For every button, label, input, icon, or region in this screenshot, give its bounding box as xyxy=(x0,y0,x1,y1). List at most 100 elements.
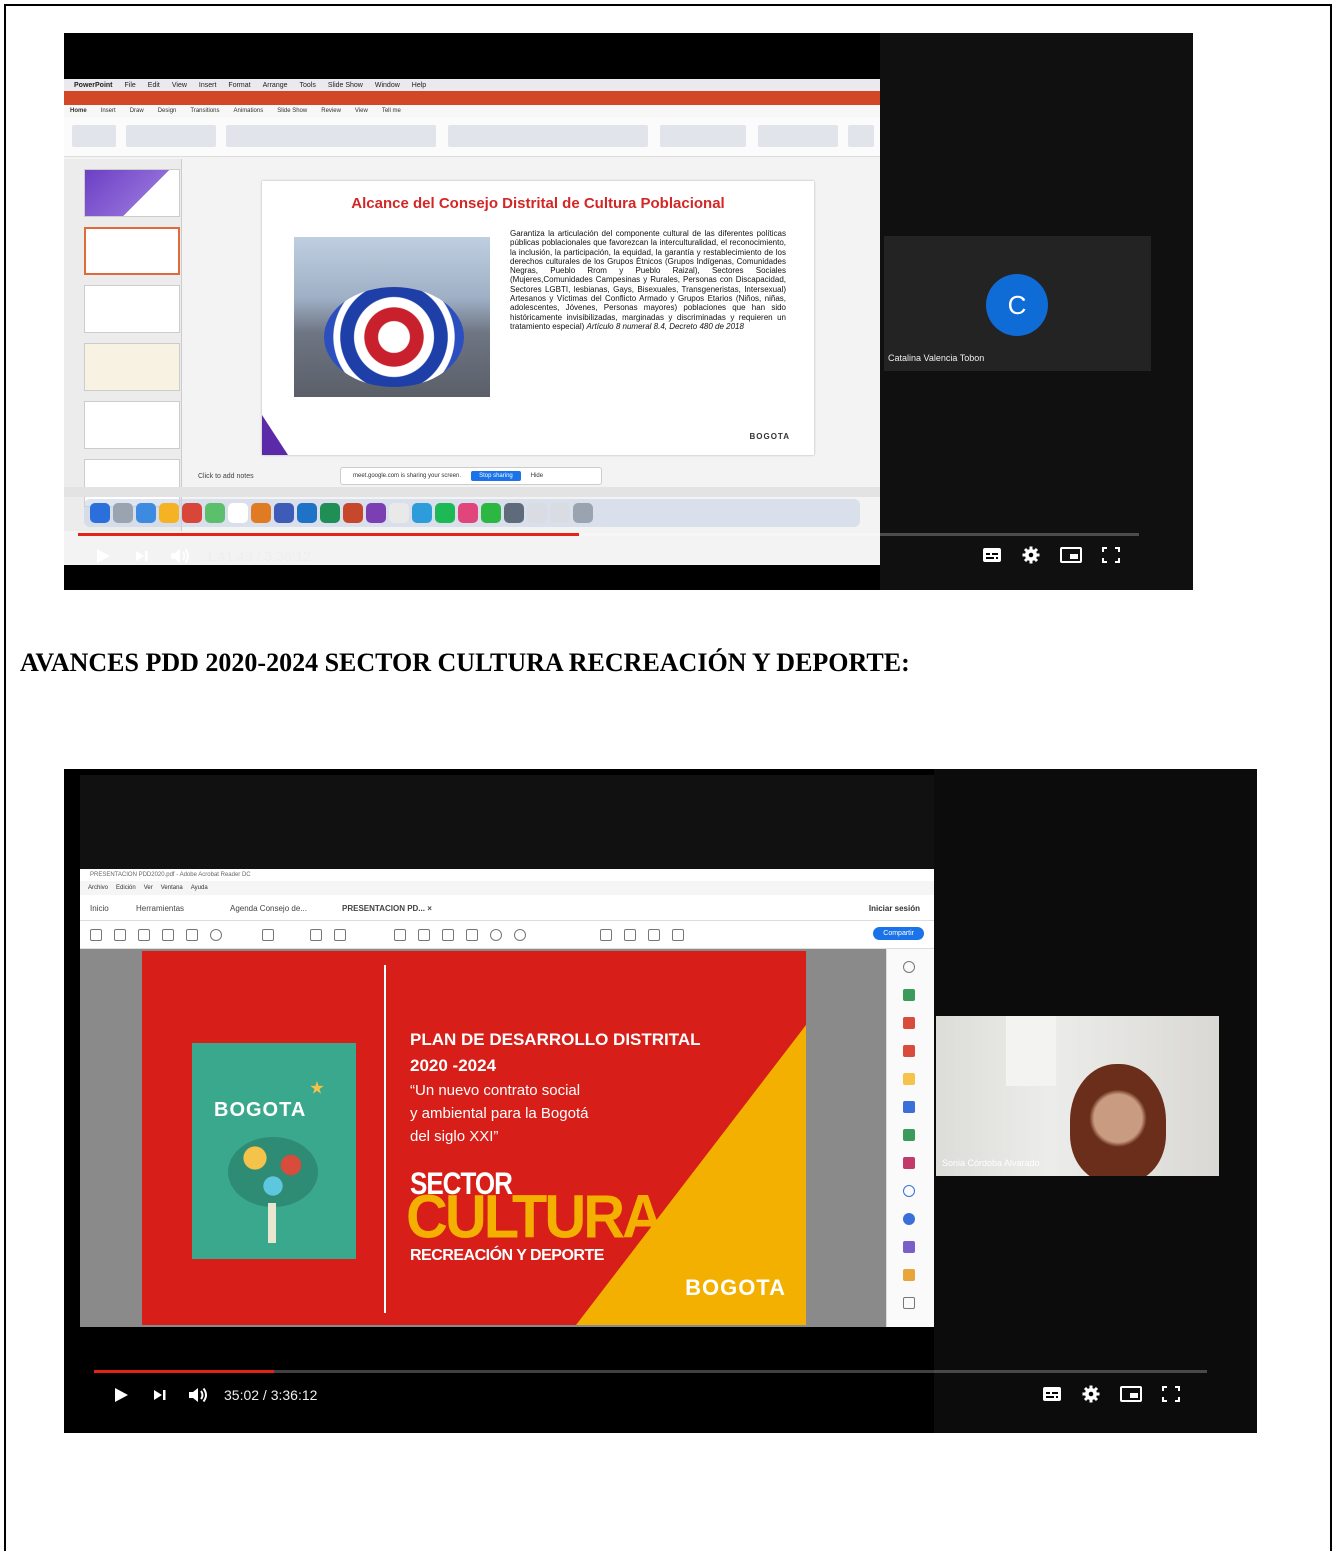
powerpoint-icon xyxy=(343,503,363,523)
toolbar-icon xyxy=(394,929,406,941)
settings-gear-icon[interactable] xyxy=(1022,546,1040,564)
tab-inicio: Inicio xyxy=(90,904,109,913)
menu-item: Ver xyxy=(143,885,153,891)
tool-icon xyxy=(903,1129,915,1141)
miniplayer-icon[interactable] xyxy=(1120,1386,1142,1402)
shared-screen-acrobat: PRESENTACION PDD2020.pdf - Adobe Acrobat… xyxy=(80,869,934,1327)
slide-title-line2: 2020 -2024 xyxy=(410,1056,497,1075)
play-icon[interactable] xyxy=(112,1386,130,1404)
screen-share-notice: meet.google.com is sharing your screen. … xyxy=(340,467,602,485)
slide-body: Garantiza la articulación del componente… xyxy=(510,229,786,331)
search-icon xyxy=(210,929,222,941)
video-player-1[interactable]: PowerPoint File Edit View Insert Format … xyxy=(64,33,1193,590)
toolbar-icon xyxy=(442,929,454,941)
slide-thumbnail xyxy=(84,401,180,449)
slide-corner-accent xyxy=(262,415,288,455)
next-icon[interactable] xyxy=(152,1387,168,1403)
participant-name: Sonia Córdoba Alvarado xyxy=(942,1158,1040,1168)
tab-presentacion: PRESENTACION PD... × xyxy=(342,904,432,913)
design-ideas-group xyxy=(848,125,874,147)
menu-item: Edición xyxy=(116,885,136,891)
menu-item: Edit xyxy=(147,81,160,89)
menu-item: PowerPoint xyxy=(74,81,113,89)
acrobat-toolbar: Compartir xyxy=(80,921,934,949)
mac-menubar: PowerPoint File Edit View Insert Format … xyxy=(64,79,880,91)
toolbar-icon xyxy=(334,929,346,941)
word-icon xyxy=(297,503,317,523)
slide-subtitle-line: “Un nuevo contrato social xyxy=(410,1082,581,1099)
facetime-icon xyxy=(205,503,225,523)
menu-item: Ventana xyxy=(160,885,183,891)
zoom-icon xyxy=(903,961,915,973)
picture-group xyxy=(660,125,746,147)
miniplayer-icon[interactable] xyxy=(1060,547,1082,563)
comment-icon xyxy=(903,1073,915,1085)
zoom-icon xyxy=(514,929,526,941)
app-icon xyxy=(274,503,294,523)
participant-avatar: C xyxy=(986,274,1048,336)
safari-icon xyxy=(136,503,156,523)
player-controls-left: 35:02 / 3:36:12 xyxy=(112,1382,317,1408)
font-group xyxy=(226,125,436,147)
slide-subtitle-line: del siglo XXI” xyxy=(410,1128,499,1145)
progress-played xyxy=(78,533,579,536)
player-controls-left: 1:41:49 / 3:36:12 xyxy=(94,543,311,569)
toolbar-icon xyxy=(466,929,478,941)
menu-item: Ayuda xyxy=(190,885,208,891)
ribbon-tab: Design xyxy=(157,108,177,114)
acrobat-menubar: Archivo Edición Ver Ventana Ayuda xyxy=(80,881,934,895)
print-icon xyxy=(162,929,174,941)
photos-icon xyxy=(159,503,179,523)
document-area: BOGOTA PLAN DE DESARROLLO DISTRITAL 2020… xyxy=(80,949,886,1327)
fullscreen-icon[interactable] xyxy=(1162,1386,1180,1402)
stop-sharing-button[interactable]: Stop sharing xyxy=(471,471,521,481)
participant-video xyxy=(1070,1064,1166,1176)
participant-camera: Sonia Córdoba Alvarado xyxy=(936,1016,1219,1176)
hide-button[interactable]: Hide xyxy=(531,473,543,479)
menu-item: Slide Show xyxy=(327,81,363,89)
trash-icon xyxy=(573,503,593,523)
ribbon-tab: Tell me xyxy=(381,108,401,114)
subtitles-icon[interactable] xyxy=(982,547,1002,563)
folder-icon xyxy=(527,503,547,523)
menu-item: Arrange xyxy=(262,81,288,89)
app-icon xyxy=(458,503,478,523)
next-icon[interactable] xyxy=(134,548,150,564)
slide-citation: Artículo 8 numeral 8.4, Decreto 480 de 2… xyxy=(586,321,744,331)
section-heading: AVANCES PDD 2020-2024 SECTOR CULTURA REC… xyxy=(20,648,910,677)
tool-icon xyxy=(903,1241,915,1253)
whatsapp-icon xyxy=(481,503,501,523)
tab-agenda: Agenda Consejo de... xyxy=(230,904,307,913)
volume-icon[interactable] xyxy=(188,1386,210,1404)
progress-bar[interactable] xyxy=(94,1370,1207,1373)
slide-title-line1: PLAN DE DESARROLLO DISTRITAL xyxy=(410,1030,701,1049)
app-icon xyxy=(366,503,386,523)
toolbar-icon xyxy=(90,929,102,941)
tool-icon xyxy=(903,1157,915,1169)
paste-group xyxy=(72,125,116,147)
divider-line xyxy=(384,965,386,1313)
comment-icon xyxy=(600,929,612,941)
paragraph-group xyxy=(448,125,648,147)
acrobat-titlebar: PRESENTACION PDD2020.pdf - Adobe Acrobat… xyxy=(80,869,934,881)
settings-gear-icon[interactable] xyxy=(1082,1385,1100,1403)
notes-placeholder[interactable]: Click to add notes xyxy=(198,473,254,480)
acrobat-tabs: Inicio Herramientas Agenda Consejo de...… xyxy=(80,895,934,921)
app-icon xyxy=(251,503,271,523)
timecode: 35:02 / 3:36:12 xyxy=(224,1387,318,1403)
subtitles-icon[interactable] xyxy=(1042,1386,1062,1402)
menu-item: Help xyxy=(411,81,427,89)
tree-trunk xyxy=(268,1203,276,1243)
pen-icon xyxy=(624,929,636,941)
play-icon[interactable] xyxy=(94,547,112,565)
volume-icon[interactable] xyxy=(170,547,192,565)
menu-item: Tools xyxy=(299,81,316,89)
fullscreen-icon[interactable] xyxy=(1102,547,1120,563)
acrobat-tools-pane xyxy=(886,949,934,1327)
video-player-2[interactable]: PRESENTACION PDD2020.pdf - Adobe Acrobat… xyxy=(64,769,1257,1433)
slide-title: PLAN DE DESARROLLO DISTRITAL 2020 -2024 xyxy=(410,1027,701,1079)
progress-bar[interactable] xyxy=(78,533,1139,536)
ribbon-toolbar xyxy=(64,117,880,157)
menu-item: Archivo xyxy=(88,885,109,891)
tool-icon xyxy=(903,1185,915,1197)
